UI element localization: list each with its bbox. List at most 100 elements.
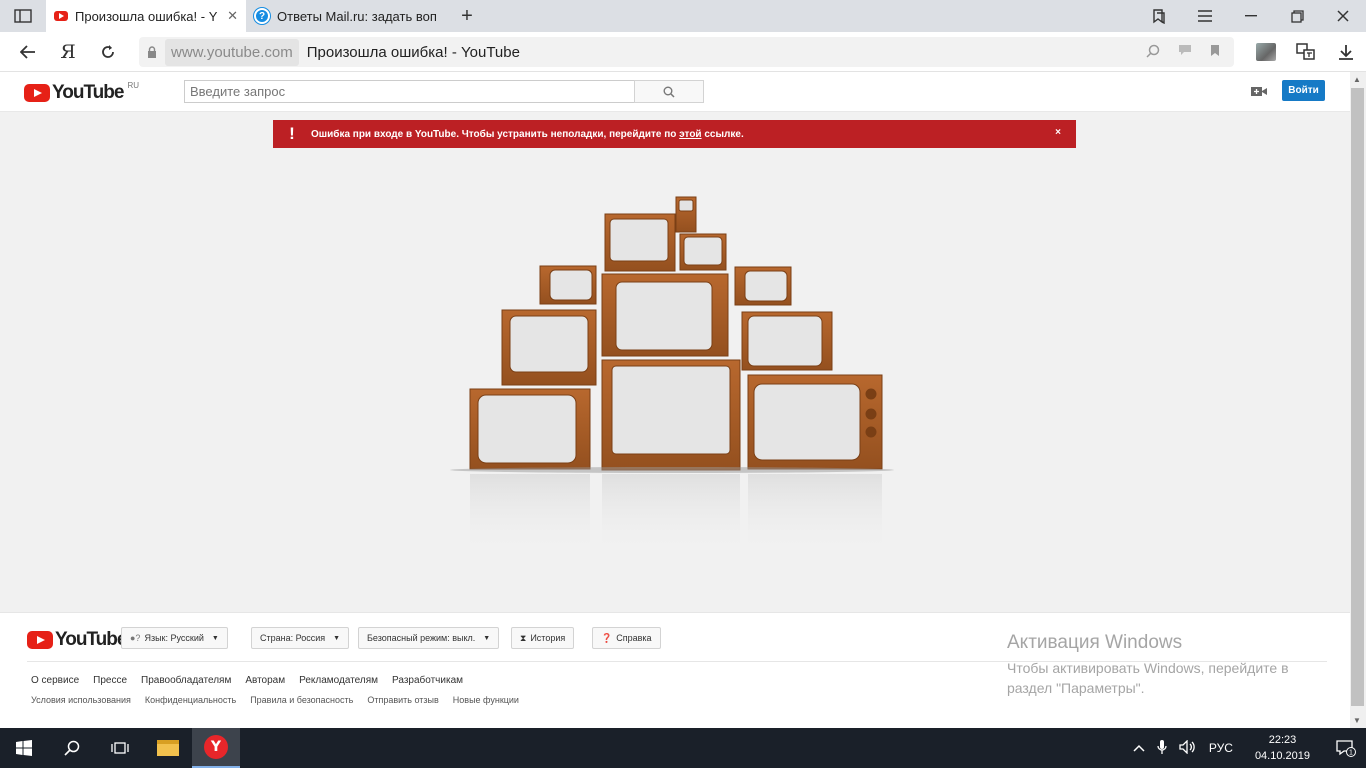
zoom-search-icon[interactable] xyxy=(1146,44,1160,61)
youtube-logo[interactable]: YouTube RU xyxy=(24,80,140,104)
tab-youtube[interactable]: Произошла ошибка! - Y ✕ xyxy=(46,0,246,32)
restore-icon[interactable] xyxy=(1274,0,1320,32)
notifications-icon[interactable]: 1 xyxy=(1326,739,1366,757)
search-icon xyxy=(663,86,675,98)
error-banner: ! Ошибка при входе в YouTube. Чтобы устр… xyxy=(273,120,1076,148)
yandex-browser-icon: Y xyxy=(204,735,228,759)
hourglass-icon: ⧗ xyxy=(520,632,527,643)
tv-stack xyxy=(469,196,883,471)
search-icon[interactable] xyxy=(48,728,96,768)
scroll-up-icon[interactable]: ▲ xyxy=(1353,75,1361,84)
clock-time: 22:23 xyxy=(1268,734,1297,746)
microphone-icon[interactable] xyxy=(1151,739,1173,758)
toolbar-right xyxy=(1246,32,1366,72)
youtube-logo-text: YouTube xyxy=(52,82,124,103)
footer-link[interactable]: Новые функции xyxy=(453,695,519,705)
region-label: RU xyxy=(127,80,140,90)
error-link[interactable]: этой xyxy=(679,129,701,140)
new-tab-button[interactable]: + xyxy=(444,0,490,32)
footer-link[interactable]: Отправить отзыв xyxy=(367,695,438,705)
bookmark-icon[interactable] xyxy=(1210,44,1220,61)
scroll-down-icon[interactable]: ▼ xyxy=(1353,716,1361,725)
tab-title: Произошла ошибка! - Y xyxy=(75,8,218,24)
back-arrow-icon[interactable] xyxy=(8,32,48,72)
translate-icon[interactable] xyxy=(1286,43,1326,61)
youtube-header: YouTube RU Введите запрос Войти xyxy=(0,72,1350,112)
mail-answers-favicon-icon: ? xyxy=(254,8,270,24)
notification-count: 1 xyxy=(1349,750,1353,757)
volume-icon[interactable] xyxy=(1173,738,1203,757)
footer-link[interactable]: О сервисе xyxy=(31,675,79,686)
windows-activation-watermark: Активация Windows Чтобы активировать Win… xyxy=(1007,632,1317,698)
footer-link[interactable]: Разработчикам xyxy=(392,675,463,686)
tab-close-icon[interactable]: ✕ xyxy=(225,8,238,24)
youtube-play-icon xyxy=(27,631,53,649)
folder-icon xyxy=(157,740,179,756)
tab-title: Ответы Mail.ru: задать вопр xyxy=(277,8,436,24)
upload-video-icon[interactable] xyxy=(1251,84,1267,100)
footer-logo-text: YouTube xyxy=(55,629,127,650)
help-icon: ❓ xyxy=(601,632,613,643)
search-input[interactable]: Введите запрос xyxy=(184,80,635,103)
reader-icon[interactable] xyxy=(1178,44,1192,61)
footer-link[interactable]: Конфиденциальность xyxy=(145,695,236,705)
clock[interactable]: 22:23 04.10.2019 xyxy=(1239,732,1326,764)
help-button[interactable]: ❓ Справка xyxy=(592,627,661,649)
footer-link[interactable]: Авторам xyxy=(245,675,285,686)
footer-link[interactable]: Правила и безопасность xyxy=(250,695,353,705)
footer-link[interactable]: Прессе xyxy=(93,675,127,686)
url-page-title: Произошла ошибка! - YouTube xyxy=(306,43,520,61)
search-button[interactable] xyxy=(634,80,704,103)
activation-title: Активация Windows xyxy=(1007,632,1183,653)
file-explorer-icon[interactable] xyxy=(144,728,192,768)
address-field[interactable]: www.youtube.com Произошла ошибка! - YouT… xyxy=(139,37,1234,67)
tabbar-spacer xyxy=(490,0,1136,32)
people-icon: ●? xyxy=(130,633,141,643)
yandex-button[interactable]: Я xyxy=(48,32,88,72)
footer-link[interactable]: Условия использования xyxy=(31,695,131,705)
windows-taskbar: Y РУС 22:23 04.10.2019 1 xyxy=(0,728,1366,768)
floor-shadow xyxy=(450,467,894,473)
minimize-icon[interactable] xyxy=(1228,0,1274,32)
bookmarks-icon[interactable] xyxy=(1136,0,1182,32)
tab-mail-answers[interactable]: ? Ответы Mail.ru: задать вопр xyxy=(246,0,444,32)
chevron-down-icon: ▼ xyxy=(211,634,219,642)
error-message: Ошибка при входе в YouTube. Чтобы устран… xyxy=(311,129,744,140)
youtube-play-icon xyxy=(24,84,50,102)
safe-mode-label: Безопасный режим: выкл. xyxy=(367,633,476,643)
history-label: История xyxy=(530,633,566,643)
yandex-browser-taskbar-button[interactable]: Y xyxy=(192,728,240,768)
page-viewport: YouTube RU Введите запрос Войти ! Ошибка… xyxy=(0,72,1350,728)
clock-date: 04.10.2019 xyxy=(1254,750,1310,762)
tv-reflection xyxy=(470,474,882,554)
chevron-up-icon[interactable] xyxy=(1127,741,1151,755)
country-button[interactable]: Страна: Россия ▼ xyxy=(251,627,350,649)
close-window-icon[interactable] xyxy=(1320,0,1366,32)
broken-tvs-illustration xyxy=(450,196,894,554)
country-label: Страна: Россия xyxy=(260,633,326,643)
vertical-scrollbar[interactable]: ▲ ▼ xyxy=(1350,72,1366,728)
system-tray: РУС 22:23 04.10.2019 1 xyxy=(1127,728,1366,768)
exclamation-icon: ! xyxy=(289,124,295,143)
input-language[interactable]: РУС xyxy=(1203,741,1239,755)
activation-text: Чтобы активировать Windows, перейдите в … xyxy=(1007,660,1289,696)
history-button[interactable]: ⧗ История xyxy=(511,627,575,649)
footer-link[interactable]: Рекламодателям xyxy=(299,675,378,686)
safe-mode-button[interactable]: Безопасный режим: выкл. ▼ xyxy=(358,627,500,649)
scrollbar-thumb[interactable] xyxy=(1351,88,1364,706)
windows-start-icon[interactable] xyxy=(0,728,48,768)
youtube-favicon-icon xyxy=(54,11,68,21)
footer-youtube-logo[interactable]: YouTube xyxy=(27,629,127,651)
menu-icon[interactable] xyxy=(1182,0,1228,32)
task-view-icon[interactable] xyxy=(96,728,144,768)
login-button[interactable]: Войти xyxy=(1282,80,1325,101)
language-button[interactable]: ●? Язык: Русский ▼ xyxy=(121,627,228,649)
tab-bar: Произошла ошибка! - Y ✕ ? Ответы Mail.ru… xyxy=(0,0,1366,32)
chevron-down-icon: ▼ xyxy=(483,634,491,642)
footer-link[interactable]: Правообладателям xyxy=(141,675,231,686)
download-icon[interactable] xyxy=(1326,44,1366,60)
close-error-icon[interactable]: × xyxy=(1055,127,1061,138)
reload-icon[interactable] xyxy=(88,32,128,72)
extension-thumbnail-icon[interactable] xyxy=(1256,43,1276,61)
sidebar-toggle-icon[interactable] xyxy=(0,0,46,32)
